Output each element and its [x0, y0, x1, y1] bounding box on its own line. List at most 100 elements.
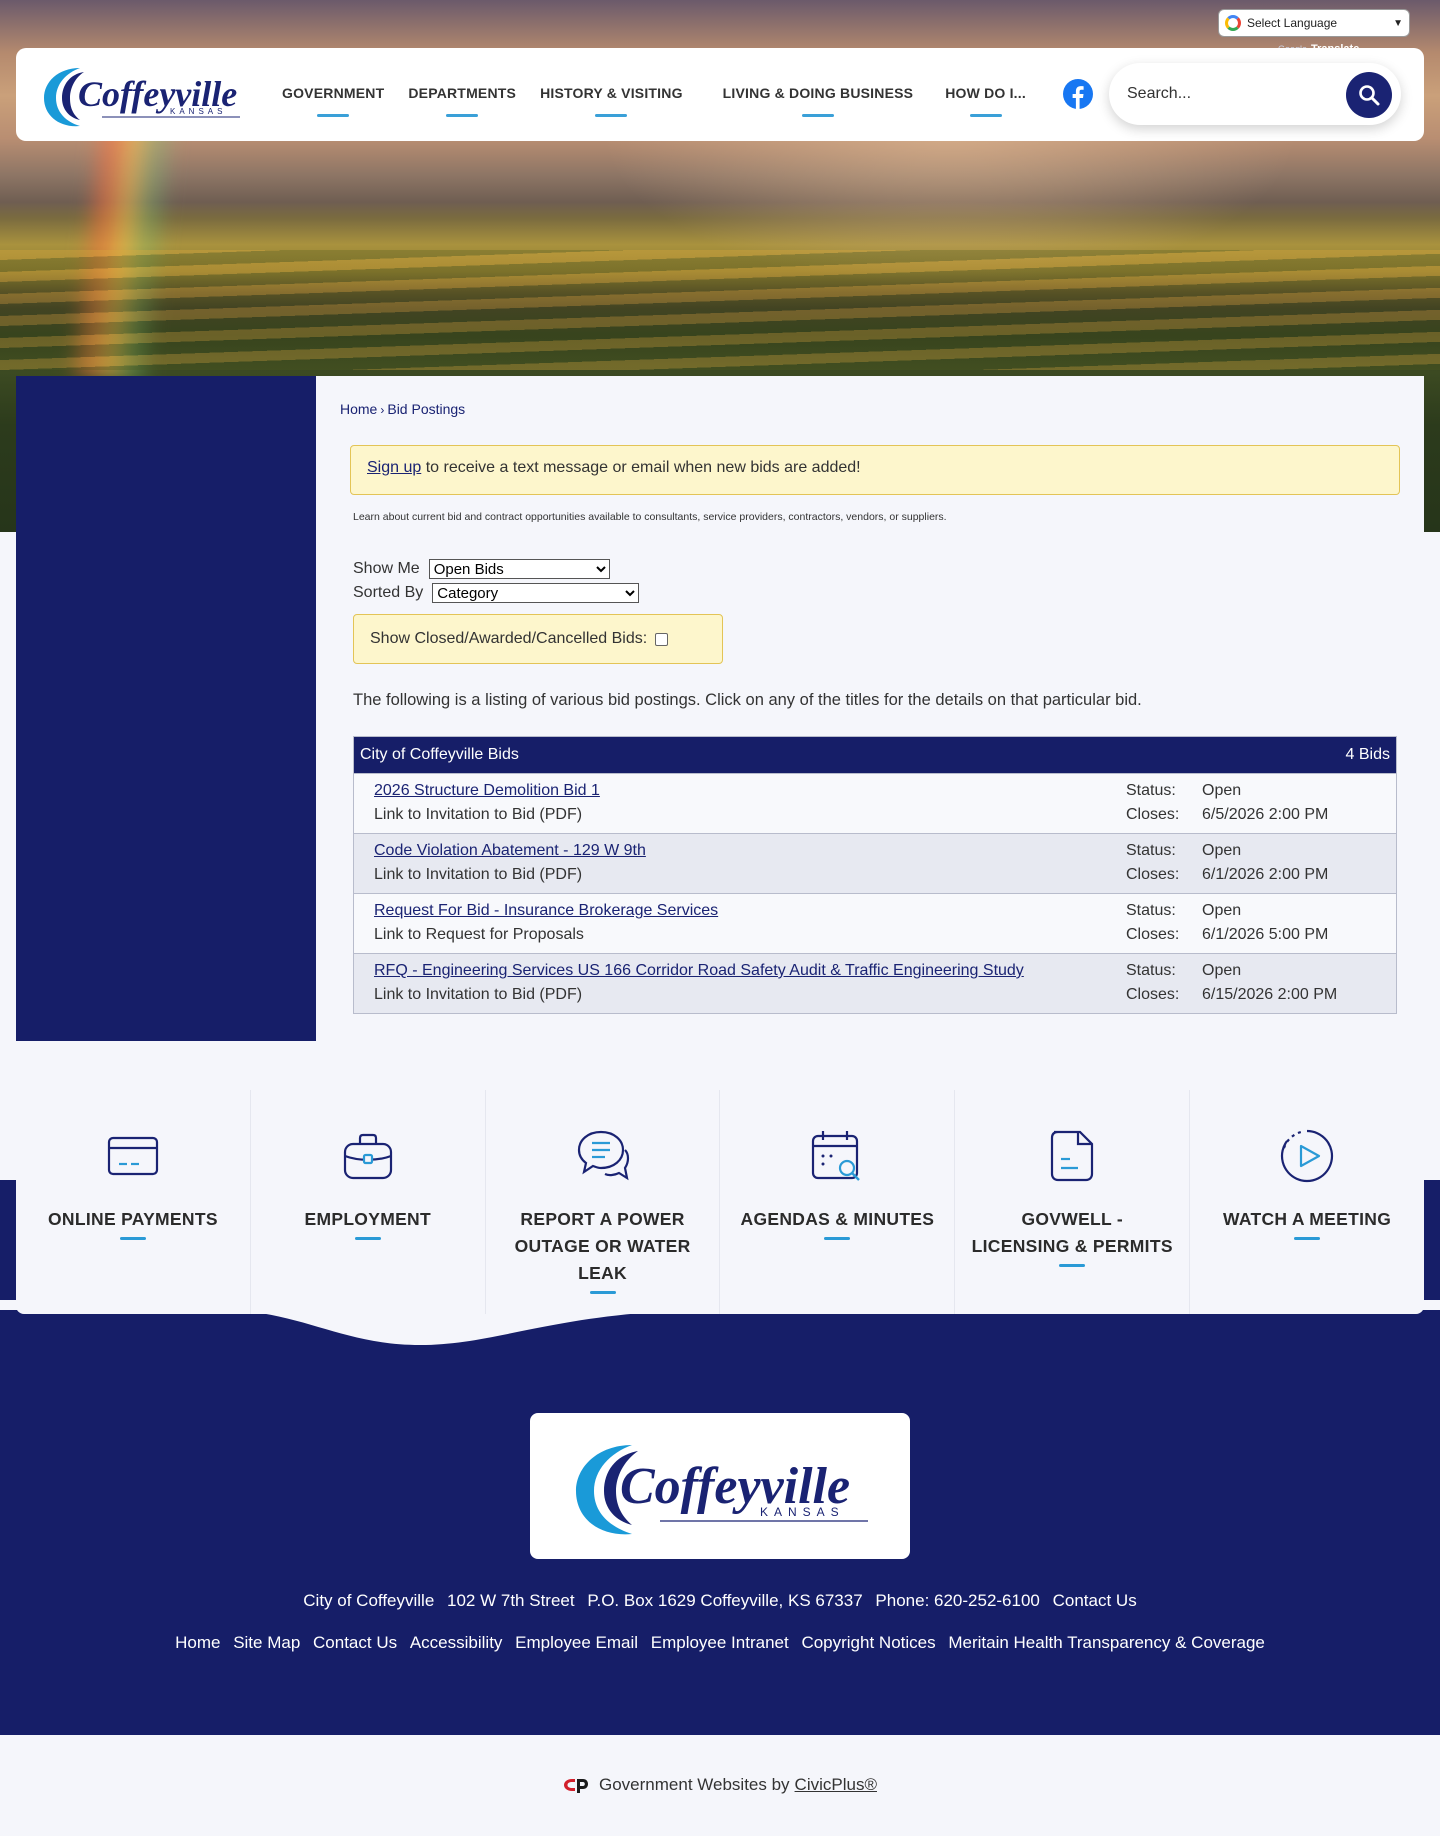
bid-title-link[interactable]: RFQ - Engineering Services US 166 Corrid…	[374, 962, 1024, 980]
hero-fields	[0, 250, 1440, 370]
bid-status: Open	[1202, 842, 1242, 859]
search-button[interactable]	[1346, 72, 1392, 118]
intro-text: Learn about current bid and contract opp…	[353, 511, 947, 523]
footer-link-home[interactable]: Home	[175, 1633, 220, 1652]
footer-link-meritain[interactable]: Meritain Health Transparency & Coverage	[948, 1633, 1265, 1652]
bid-closes: 6/5/2026 2:00 PM	[1202, 806, 1329, 823]
breadcrumb-current[interactable]: Bid Postings	[387, 401, 465, 417]
bid-status-label: Status:	[1126, 962, 1176, 979]
footer-address: City of Coffeyville 102 W 7th Street P.O…	[0, 1591, 1440, 1611]
svg-text:KANSAS: KANSAS	[760, 1505, 845, 1519]
document-icon	[1051, 1130, 1094, 1182]
credit-bar: Government Websites by CivicPlus®	[0, 1735, 1440, 1836]
facebook-icon[interactable]	[1063, 79, 1093, 109]
bid-row: Code Violation Abatement - 129 W 9th Lin…	[354, 833, 1396, 893]
bid-title-link[interactable]: 2026 Structure Demolition Bid 1	[374, 782, 600, 800]
bid-closes-label: Closes:	[1126, 986, 1180, 1003]
civicplus-credit: Government Websites by CivicPlus®	[0, 1775, 1440, 1795]
coffeyville-footer-logo: Coffeyville KANSAS	[576, 1445, 868, 1535]
show-me-select[interactable]: Open Bids	[428, 559, 610, 579]
nav-living-business[interactable]: LIVING & DOING BUSINESS	[723, 85, 914, 105]
quick-link-label: AGENDAS & MINUTES	[740, 1209, 935, 1229]
bid-status: Open	[1202, 962, 1242, 979]
footer-logo[interactable]: Coffeyville KANSAS	[530, 1413, 910, 1559]
quick-link-label: REPORT A POWER OUTAGE OR WATER LEAK	[514, 1209, 691, 1283]
civicplus-link[interactable]: CivicPlus®	[795, 1775, 877, 1795]
bid-subtitle: Link to Invitation to Bid (PDF)	[374, 866, 583, 883]
accent-bar	[1294, 1237, 1321, 1240]
quick-link-employment[interactable]: EMPLOYMENT	[250, 1090, 486, 1314]
sorted-by-select[interactable]: Category	[432, 583, 640, 603]
svg-text:KANSAS: KANSAS	[170, 107, 226, 116]
bid-closes-label: Closes:	[1126, 866, 1180, 883]
main-nav: GOVERNMENT DEPARTMENTS HISTORY & VISITIN…	[282, 48, 1050, 141]
accent-bar	[354, 1237, 381, 1240]
footer-link-copyright[interactable]: Copyright Notices	[801, 1633, 935, 1652]
bids-table: City of Coffeyville Bids 4 Bids 2026 Str…	[353, 736, 1397, 1014]
show-closed-label: Show Closed/Awarded/Cancelled Bids:	[370, 630, 648, 647]
bid-status: Open	[1202, 902, 1242, 919]
footer-link-intranet[interactable]: Employee Intranet	[651, 1633, 789, 1652]
bids-group-title: City of Coffeyville Bids	[360, 746, 519, 763]
footer-link-accessibility[interactable]: Accessibility	[410, 1633, 503, 1652]
bid-status: Open	[1202, 782, 1242, 799]
quick-link-label: WATCH A MEETING	[1222, 1209, 1392, 1229]
footer-link-contact[interactable]: Contact Us	[313, 1633, 397, 1652]
bid-closes-label: Closes:	[1126, 806, 1180, 823]
bid-closes: 6/15/2026 2:00 PM	[1202, 986, 1338, 1003]
breadcrumb-home[interactable]: Home	[340, 401, 377, 417]
footer-phone: Phone: 620-252-6100	[875, 1591, 1040, 1610]
bid-row: 2026 Structure Demolition Bid 1 Link to …	[354, 773, 1396, 833]
footer-link-employee-email[interactable]: Employee Email	[515, 1633, 638, 1652]
bid-title-link[interactable]: Code Violation Abatement - 129 W 9th	[374, 842, 646, 860]
quick-link-govwell[interactable]: GOVWELL - LICENSING & PERMITS	[955, 1090, 1191, 1314]
coffeyville-logo[interactable]: Coffeyville KANSAS	[40, 60, 244, 130]
language-select-label: Select Language	[1247, 16, 1338, 30]
signup-link[interactable]: Sign up	[367, 459, 421, 476]
quick-link-report-outage[interactable]: REPORT A POWER OUTAGE OR WATER LEAK	[485, 1090, 721, 1314]
nav-departments[interactable]: DEPARTMENTS	[408, 85, 516, 105]
language-select[interactable]: Select Language ▼	[1218, 9, 1410, 37]
accent-bar	[824, 1237, 851, 1240]
show-closed-checkbox[interactable]	[655, 632, 669, 646]
breadcrumb: Home › Bid Postings	[340, 401, 465, 417]
search-box	[1109, 63, 1401, 125]
civicplus-icon	[564, 1779, 588, 1793]
bid-closes: 6/1/2026 2:00 PM	[1202, 866, 1329, 883]
credit-text: Government Websites by	[599, 1775, 790, 1794]
bid-title-link[interactable]: Request For Bid - Insurance Brokerage Se…	[374, 902, 718, 920]
signup-text: to receive a text message or email when …	[421, 459, 861, 476]
footer-links: Home Site Map Contact Us Accessibility E…	[0, 1633, 1440, 1653]
footer-pobox: P.O. Box 1629 Coffeyville, KS 67337	[587, 1591, 863, 1610]
footer-link-sitemap[interactable]: Site Map	[233, 1633, 300, 1652]
card-icon	[107, 1136, 159, 1176]
accent-bar	[589, 1291, 616, 1294]
bid-status-label: Status:	[1126, 782, 1176, 799]
briefcase-icon	[343, 1133, 392, 1180]
nav-government[interactable]: GOVERNMENT	[282, 85, 384, 105]
breadcrumb-separator: ›	[380, 403, 385, 417]
show-closed-box: Show Closed/Awarded/Cancelled Bids:	[353, 614, 723, 664]
play-circle-icon	[1280, 1129, 1334, 1183]
nav-history-visiting[interactable]: HISTORY & VISITING	[540, 85, 683, 105]
chat-bubbles-icon	[577, 1130, 629, 1181]
bid-closes: 6/1/2026 5:00 PM	[1202, 926, 1329, 943]
google-icon	[1225, 15, 1241, 31]
quick-link-agendas[interactable]: AGENDAS & MINUTES	[720, 1090, 956, 1314]
search-input[interactable]	[1127, 79, 1327, 109]
bid-row: RFQ - Engineering Services US 166 Corrid…	[354, 953, 1396, 1013]
bid-subtitle: Link to Invitation to Bid (PDF)	[374, 986, 583, 1003]
nav-how-do-i[interactable]: HOW DO I...	[945, 85, 1026, 105]
quick-link-watch-meeting[interactable]: WATCH A MEETING	[1190, 1090, 1424, 1314]
accent-bar	[119, 1237, 146, 1240]
bid-filters: Show Me Open Bids Sorted By Category	[353, 557, 640, 605]
footer-contact-link[interactable]: Contact Us	[1053, 1591, 1137, 1610]
bid-subtitle: Link to Request for Proposals	[374, 926, 584, 943]
chevron-down-icon: ▼	[1393, 17, 1403, 29]
quick-link-online-payments[interactable]: ONLINE PAYMENTS	[16, 1090, 251, 1314]
bid-status-label: Status:	[1126, 902, 1176, 919]
quick-link-label: EMPLOYMENT	[304, 1209, 431, 1229]
listing-note: The following is a listing of various bi…	[353, 691, 1142, 709]
quick-link-label: ONLINE PAYMENTS	[48, 1209, 218, 1229]
bids-table-header: City of Coffeyville Bids 4 Bids	[354, 737, 1396, 773]
